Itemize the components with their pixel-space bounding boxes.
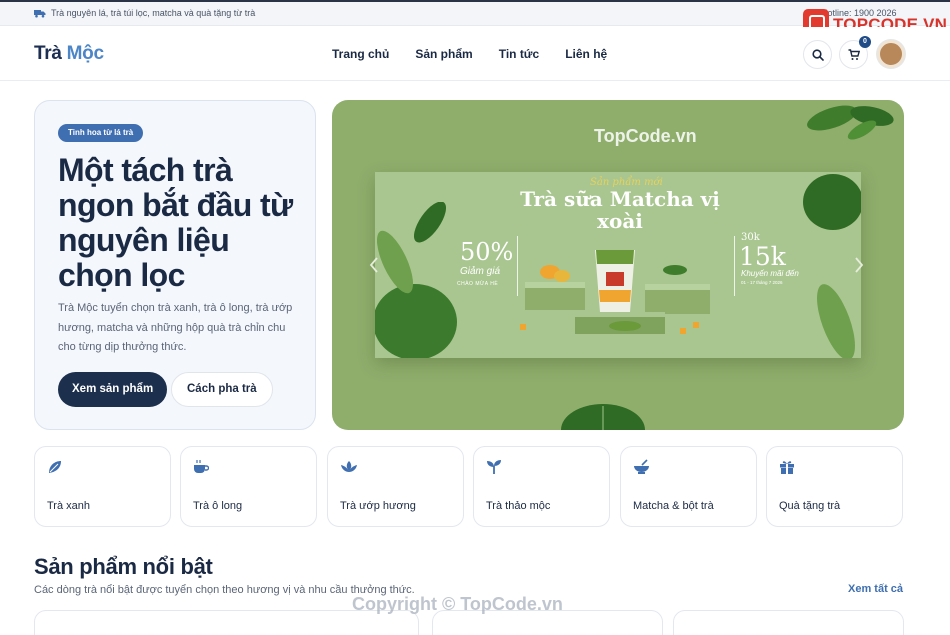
cart-button[interactable]: 0	[839, 36, 871, 69]
cart-icon	[848, 49, 860, 60]
truck-icon	[34, 10, 46, 18]
featured-title: Sản phẩm nổi bật	[34, 554, 213, 579]
banner-prev-arrow-icon[interactable]	[368, 257, 380, 273]
main-nav: Trang chủ Sản phẩm Tin tức Liên hệ	[332, 47, 607, 61]
announcement-text: Trà nguyên lá, trà túi lọc, matcha và qu…	[51, 8, 256, 18]
category-tra-o-long[interactable]: Trà ô long	[180, 446, 317, 527]
promo-discount-sub: CHÀO MỪA HÈ	[457, 281, 499, 287]
leaf-icon	[49, 461, 61, 473]
brand-logo[interactable]: Trà Mộc	[34, 43, 104, 65]
site-header: Trà Mộc Trang chủ Sản phẩm Tin tức Liên …	[0, 27, 950, 81]
see-all-link[interactable]: Xem tất cả	[848, 583, 903, 595]
gift-icon	[780, 461, 794, 474]
nav-home[interactable]: Trang chủ	[332, 47, 389, 61]
category-label: Trà ướp hương	[340, 500, 416, 512]
promo-title: Trà sữa Matcha vị xoài	[520, 187, 720, 233]
category-matcha-bot-tra[interactable]: Matcha & bột trà	[620, 446, 757, 527]
monstera-leaf-left-icon	[375, 202, 457, 358]
promo-new-price: 15k	[739, 242, 786, 271]
brand-name-part1: Trà	[34, 43, 62, 64]
promo-divider-right	[734, 236, 735, 296]
promo-discount: 50%	[460, 238, 514, 266]
matcha-drink-product-image	[520, 250, 710, 334]
leaf-decoration-top-icon	[807, 105, 894, 140]
brand-name-part2: Mộc	[66, 43, 104, 64]
search-icon	[812, 49, 824, 61]
promo-price-label: Khuyến mãi đến	[741, 269, 799, 278]
view-products-button[interactable]: Xem sản phẩm	[58, 372, 168, 407]
sprout-icon	[487, 460, 501, 474]
category-qua-tang-tra[interactable]: Quà tặng trà	[766, 446, 903, 527]
nav-contact[interactable]: Liên hệ	[565, 47, 607, 61]
product-card[interactable]	[673, 610, 904, 635]
promo-date: 01 - 17 tháng 7 2026	[741, 280, 783, 285]
hero-tag: Tinh hoa từ lá trà	[58, 124, 144, 142]
category-tra-uop-huong[interactable]: Trà ướp hương	[327, 446, 464, 527]
hero-banner[interactable]: TopCode.vn Sản phẩm mới Trà sữa Matcha v…	[332, 100, 904, 430]
bowl-icon	[634, 459, 649, 474]
monstera-leaf-right-icon	[803, 174, 861, 358]
watermark-banner-text: TopCode.vn	[594, 126, 697, 146]
promo-poster: Sản phẩm mới Trà sữa Matcha vị xoài 50% …	[375, 172, 861, 358]
watermark-copyright-text: Copyright © TopCode.vn	[352, 594, 563, 614]
category-label: Trà ô long	[193, 500, 243, 512]
cart-count-badge: 0	[859, 36, 871, 48]
category-tra-thao-moc[interactable]: Trà thảo mộc	[473, 446, 610, 527]
lotus-icon	[341, 461, 357, 472]
leaf-decoration-bottom-icon	[561, 404, 645, 430]
category-label: Matcha & bột trà	[633, 500, 714, 512]
teacup-icon	[194, 460, 209, 473]
category-tra-xanh[interactable]: Trà xanh	[34, 446, 171, 527]
nav-news[interactable]: Tin tức	[499, 47, 539, 61]
search-button[interactable]	[803, 40, 832, 69]
brew-guide-button[interactable]: Cách pha trà	[171, 372, 273, 407]
category-label: Quà tặng trà	[779, 500, 841, 512]
hero-title: Một tách trà ngon bắt đầu từ nguyên liệu…	[58, 152, 293, 293]
hero-card: Tinh hoa từ lá trà Một tách trà ngon bắt…	[34, 100, 316, 430]
nav-products[interactable]: Sản phẩm	[415, 47, 472, 61]
banner-next-arrow-icon[interactable]	[853, 257, 865, 273]
hero-description: Trà Mộc tuyển chọn trà xanh, trà ô long,…	[58, 302, 293, 353]
promo-discount-label: Giảm giá	[460, 266, 501, 277]
avatar[interactable]	[877, 40, 905, 68]
category-label: Trà xanh	[47, 500, 91, 512]
category-label: Trà thảo mộc	[486, 500, 551, 512]
